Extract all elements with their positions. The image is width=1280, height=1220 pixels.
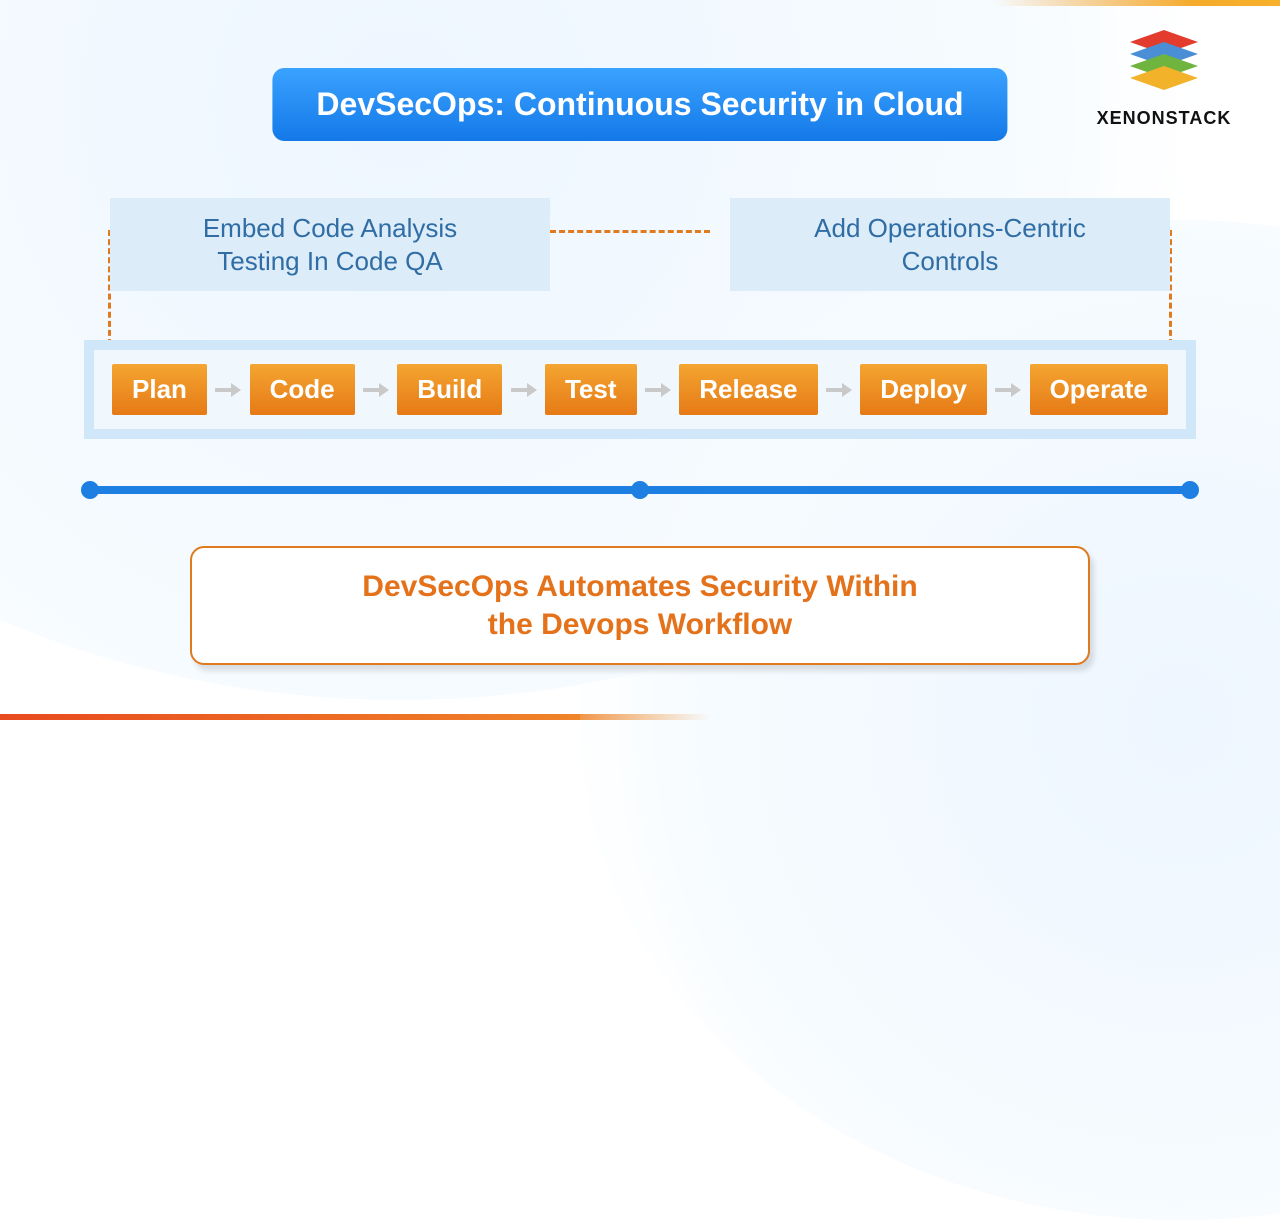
callout-embed-code-analysis: Embed Code Analysis Testing In Code QA bbox=[110, 198, 550, 291]
brand-name: XENONSTACK bbox=[1084, 108, 1244, 129]
stage-plan: Plan bbox=[112, 364, 207, 415]
timeline-dot-icon bbox=[631, 481, 649, 499]
stage-code: Code bbox=[250, 364, 355, 415]
arrow-right-icon bbox=[825, 380, 853, 400]
stage-operate: Operate bbox=[1030, 364, 1168, 415]
brand-logo-icon bbox=[1120, 30, 1208, 102]
stage-deploy: Deploy bbox=[860, 364, 987, 415]
timeline-dot-icon bbox=[81, 481, 99, 499]
arrow-right-icon bbox=[362, 380, 390, 400]
timeline-bar bbox=[90, 486, 1190, 494]
statement-box: DevSecOps Automates Security Within the … bbox=[190, 546, 1090, 665]
callout-row: Embed Code Analysis Testing In Code QA A… bbox=[110, 198, 1170, 291]
callout-line: Testing In Code QA bbox=[217, 246, 442, 276]
page-title: DevSecOps: Continuous Security in Cloud bbox=[272, 68, 1007, 141]
brand-block: XENONSTACK bbox=[1084, 30, 1244, 129]
callout-line: Embed Code Analysis bbox=[203, 213, 457, 243]
stage-test: Test bbox=[545, 364, 637, 415]
statement-line: the Devops Workflow bbox=[488, 608, 792, 641]
arrow-right-icon bbox=[644, 380, 672, 400]
callout-line: Controls bbox=[902, 246, 999, 276]
pipeline-container: Plan Code Build Test Release Deploy Oper… bbox=[84, 340, 1196, 439]
arrow-right-icon bbox=[510, 380, 538, 400]
statement-line: DevSecOps Automates Security Within bbox=[362, 570, 917, 603]
stage-release: Release bbox=[679, 364, 817, 415]
arrow-right-icon bbox=[994, 380, 1022, 400]
arrow-right-icon bbox=[214, 380, 242, 400]
timeline-dot-icon bbox=[1181, 481, 1199, 499]
callout-operations-controls: Add Operations-Centric Controls bbox=[730, 198, 1170, 291]
stage-build: Build bbox=[397, 364, 502, 415]
callout-line: Add Operations-Centric bbox=[814, 213, 1086, 243]
